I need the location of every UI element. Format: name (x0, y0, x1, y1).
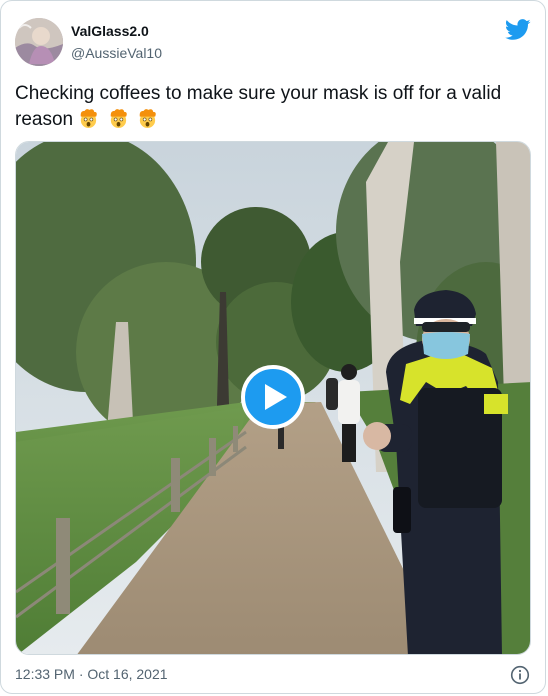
emoji-group (78, 109, 161, 130)
exploding-head-emoji (81, 109, 98, 129)
exploding-head-emoji (139, 109, 156, 129)
video-player[interactable] (15, 141, 531, 655)
play-button[interactable] (241, 365, 305, 429)
display-name[interactable]: ValGlass2.0 (71, 23, 149, 39)
tweet-text: Checking coffees to make sure your mask … (15, 81, 535, 133)
twitter-bird-icon[interactable] (504, 19, 531, 41)
exploding-head-emoji (110, 109, 127, 129)
play-icon (265, 384, 287, 410)
tweet-timestamp[interactable]: 12:33 PM · Oct 16, 2021 (15, 666, 168, 682)
avatar[interactable] (15, 18, 63, 66)
user-handle[interactable]: @AussieVal10 (71, 45, 162, 61)
info-icon[interactable] (510, 665, 530, 685)
tweet-card[interactable]: ValGlass2.0 @AussieVal10 Checking coffee… (0, 0, 546, 694)
